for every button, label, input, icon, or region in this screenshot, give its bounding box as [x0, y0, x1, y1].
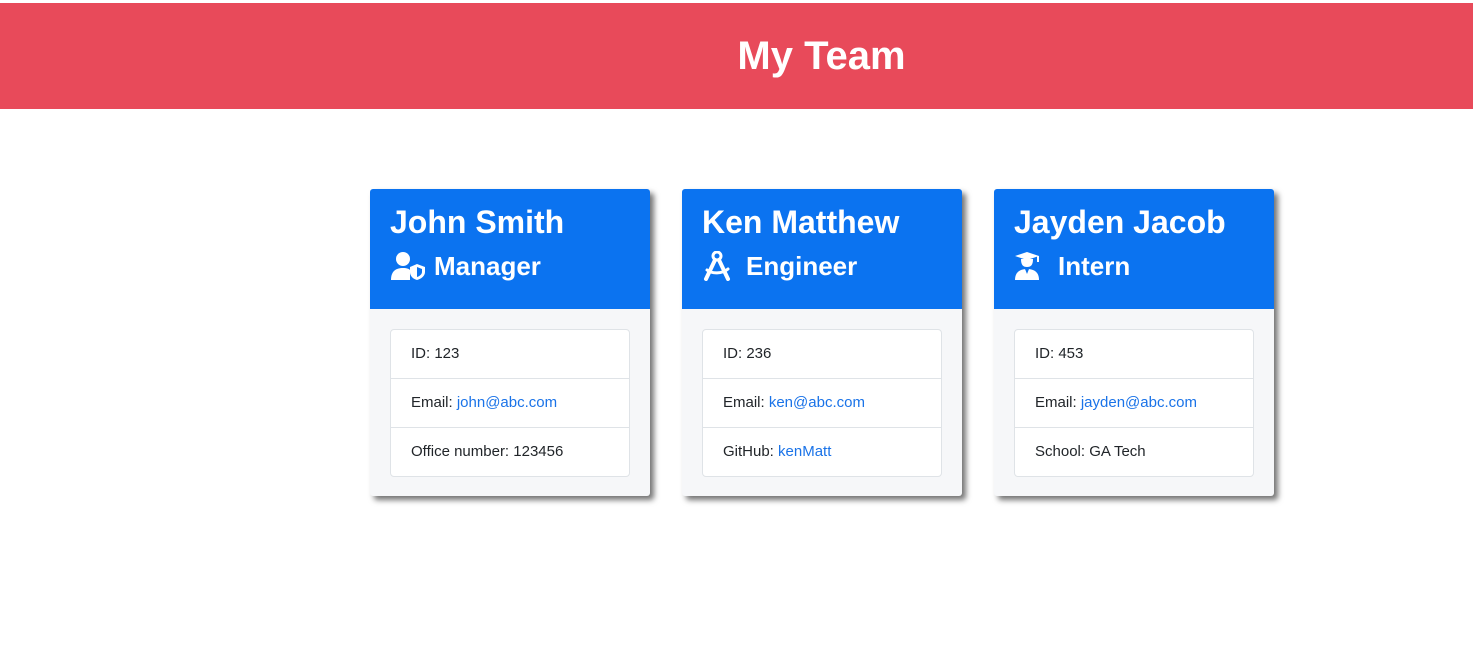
employee-id-text: ID: 453	[1035, 345, 1084, 362]
github-link[interactable]: kenMatt	[778, 443, 831, 460]
employee-details-list: ID: 236 Email: ken@abc.com GitHub: kenMa…	[702, 329, 942, 477]
email-label: Email:	[723, 394, 769, 411]
card-body: ID: 453 Email: jayden@abc.com School: GA…	[994, 309, 1274, 477]
email-link[interactable]: ken@abc.com	[769, 394, 865, 411]
school-row: School: GA Tech	[1015, 428, 1253, 476]
team-cards: John Smith Manager ID: 123 Email: john@a…	[370, 189, 1274, 496]
card-body: ID: 236 Email: ken@abc.com GitHub: kenMa…	[682, 309, 962, 477]
employee-id-text: ID: 236	[723, 345, 772, 362]
intern-graduate-icon	[1014, 251, 1050, 281]
email-label: Email:	[411, 394, 457, 411]
employee-details-list: ID: 123 Email: john@abc.com Office numbe…	[390, 329, 630, 477]
employee-name: Jayden Jacob	[1014, 204, 1226, 240]
email-link[interactable]: john@abc.com	[457, 394, 557, 411]
employee-email: Email: jayden@abc.com	[1015, 379, 1253, 428]
page: My Team John Smith Manager ID: 123 Email…	[0, 0, 1473, 655]
email-label: Email:	[1035, 394, 1081, 411]
page-title: My Team	[737, 34, 906, 78]
employee-details-list: ID: 453 Email: jayden@abc.com School: GA…	[1014, 329, 1254, 477]
employee-id-text: ID: 123	[411, 345, 460, 362]
engineer-compass-icon	[702, 251, 738, 281]
card-header: John Smith Manager	[370, 189, 650, 309]
school-text: School: GA Tech	[1035, 443, 1146, 460]
card-header: Ken Matthew Engineer	[682, 189, 962, 309]
page-header: My Team	[0, 3, 1473, 109]
employee-name: Ken Matthew	[702, 204, 900, 240]
github-label: GitHub:	[723, 443, 779, 460]
github-row: GitHub: kenMatt	[703, 428, 941, 476]
employee-id: ID: 236	[703, 330, 941, 379]
employee-role: Engineer	[702, 251, 942, 281]
role-label: Engineer	[746, 251, 858, 281]
role-label: Intern	[1058, 251, 1131, 281]
employee-id: ID: 123	[391, 330, 629, 379]
employee-email: Email: john@abc.com	[391, 379, 629, 428]
office-number: Office number: 123456	[391, 428, 629, 476]
employee-card-engineer: Ken Matthew Engineer ID: 236 Email: ken@…	[682, 189, 962, 496]
email-link[interactable]: jayden@abc.com	[1081, 394, 1197, 411]
employee-card-intern: Jayden Jacob Intern ID: 453 Email: jayde…	[994, 189, 1274, 496]
employee-role: Manager	[390, 251, 630, 281]
employee-role: Intern	[1014, 251, 1254, 281]
card-body: ID: 123 Email: john@abc.com Office numbe…	[370, 309, 650, 477]
employee-name: John Smith	[390, 204, 565, 240]
role-label: Manager	[434, 251, 541, 281]
employee-card-manager: John Smith Manager ID: 123 Email: john@a…	[370, 189, 650, 496]
manager-user-shield-icon	[390, 251, 426, 281]
employee-id: ID: 453	[1015, 330, 1253, 379]
office-number-text: Office number: 123456	[411, 443, 564, 460]
card-header: Jayden Jacob Intern	[994, 189, 1274, 309]
employee-email: Email: ken@abc.com	[703, 379, 941, 428]
